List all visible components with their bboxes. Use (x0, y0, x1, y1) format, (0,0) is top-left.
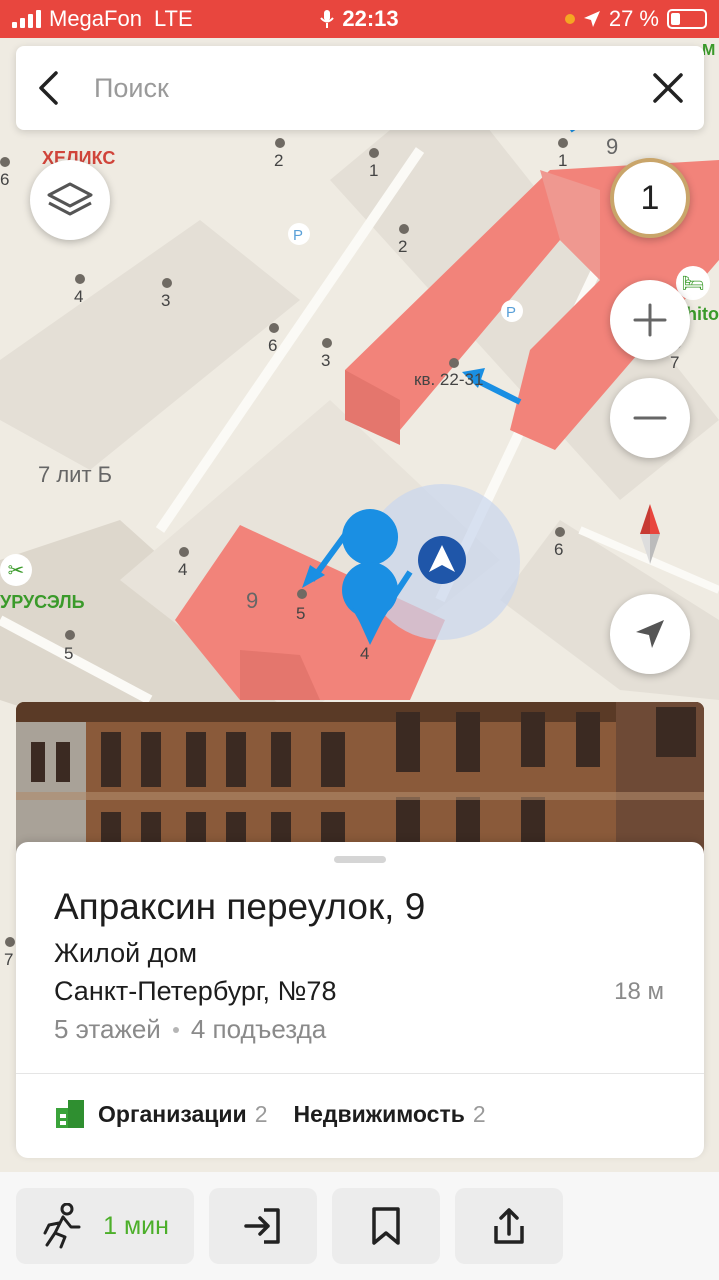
organizations-count: 2 (254, 1100, 268, 1127)
back-arrow-icon[interactable] (36, 70, 60, 106)
drag-handle[interactable] (334, 856, 386, 863)
location-arrow-icon (583, 11, 600, 27)
floors-count: 5 этажей (54, 1014, 161, 1044)
carrier-name: MegaFon (49, 6, 142, 31)
entrances-count: 4 подъезда (190, 1014, 327, 1044)
separator-dot (172, 1026, 179, 1033)
battery-icon (667, 9, 707, 29)
house-number: 4 (178, 560, 188, 579)
plus-icon (633, 303, 667, 337)
signal-icon (12, 10, 41, 28)
zoom-level-badge[interactable]: 1 (610, 158, 690, 238)
privacy-dot-icon (564, 14, 575, 24)
enter-icon (244, 1208, 280, 1244)
house-number: 7 (670, 353, 680, 372)
house-number: 4 (74, 287, 84, 306)
scissors-icon[interactable]: ✂ (0, 554, 32, 586)
building-photo[interactable] (16, 702, 704, 862)
building-photo-image (16, 702, 704, 862)
house-number: 2 (274, 151, 284, 170)
poi-urusel-label[interactable]: УРУСЭЛЬ (0, 592, 85, 613)
house-number: 3 (161, 291, 171, 310)
entrance-button[interactable] (209, 1188, 317, 1264)
svg-text:P: P (506, 304, 516, 321)
svg-text:P: P (293, 227, 303, 244)
place-address: Санкт-Петербург, №78 (54, 976, 337, 1006)
layers-button[interactable] (30, 160, 110, 240)
place-meta: 5 этажей 4 подъезда (54, 1014, 326, 1045)
house-number: 4 (360, 644, 370, 663)
house-number: 5 (64, 644, 74, 663)
place-links: Организации 2 Недвижимость 2 (54, 1098, 512, 1130)
organizations-icon (56, 1100, 84, 1128)
house-number: 3 (321, 351, 331, 370)
my-location-button[interactable] (610, 594, 690, 674)
house-number: 6 (554, 540, 564, 559)
building-label: 7 лит Б (38, 462, 113, 487)
house-number: 6 (0, 170, 10, 189)
house-number: 2 (398, 237, 408, 256)
compass-button[interactable] (610, 494, 690, 574)
minus-icon (633, 416, 667, 420)
bookmark-icon (372, 1207, 400, 1245)
house-number: 5 (296, 604, 306, 623)
organizations-link[interactable]: Организации (98, 1101, 247, 1128)
search-bar[interactable]: Поиск (16, 46, 704, 130)
compass-icon (640, 504, 660, 564)
building-number-label: 9 (246, 588, 259, 613)
poi-hito-label[interactable]: hito (686, 304, 719, 325)
divider (16, 1073, 704, 1074)
realty-link[interactable]: Недвижимость (293, 1101, 464, 1128)
house-number: 1 (558, 151, 568, 170)
zoom-level-value: 1 (640, 178, 660, 217)
building-number-label: 9 (606, 134, 619, 159)
apartments-label: кв. 22-31 (414, 370, 484, 389)
place-title: Апраксин переулок, 9 (54, 886, 426, 927)
house-number: 7 (4, 950, 14, 969)
network-type: LTE (153, 6, 193, 31)
layers-icon (47, 182, 93, 216)
share-button[interactable] (455, 1188, 563, 1264)
share-icon (494, 1208, 524, 1244)
search-input[interactable]: Поиск (94, 73, 652, 104)
place-type: Жилой дом (54, 938, 198, 968)
place-distance: 18 м (614, 978, 664, 1005)
close-icon[interactable] (652, 72, 684, 104)
navigation-arrow-icon (636, 620, 664, 648)
realty-count: 2 (472, 1100, 486, 1127)
walking-person-icon (43, 1203, 81, 1249)
walk-time: 1 мин (103, 1211, 169, 1240)
battery-percent: 27 % (608, 6, 659, 31)
status-bar: MegaFon LTE 22:13 27 % (0, 0, 719, 38)
zoom-out-button[interactable] (610, 378, 690, 458)
bookmark-button[interactable] (332, 1188, 440, 1264)
place-card[interactable]: Апраксин переулок, 9 Жилой дом Санкт-Пет… (16, 842, 704, 1158)
house-number: 1 (369, 161, 379, 180)
walk-route-button[interactable]: 1 мин (16, 1188, 194, 1264)
bottom-action-bar: 1 мин (0, 1172, 719, 1280)
zoom-in-button[interactable] (610, 280, 690, 360)
house-number: 6 (268, 336, 278, 355)
